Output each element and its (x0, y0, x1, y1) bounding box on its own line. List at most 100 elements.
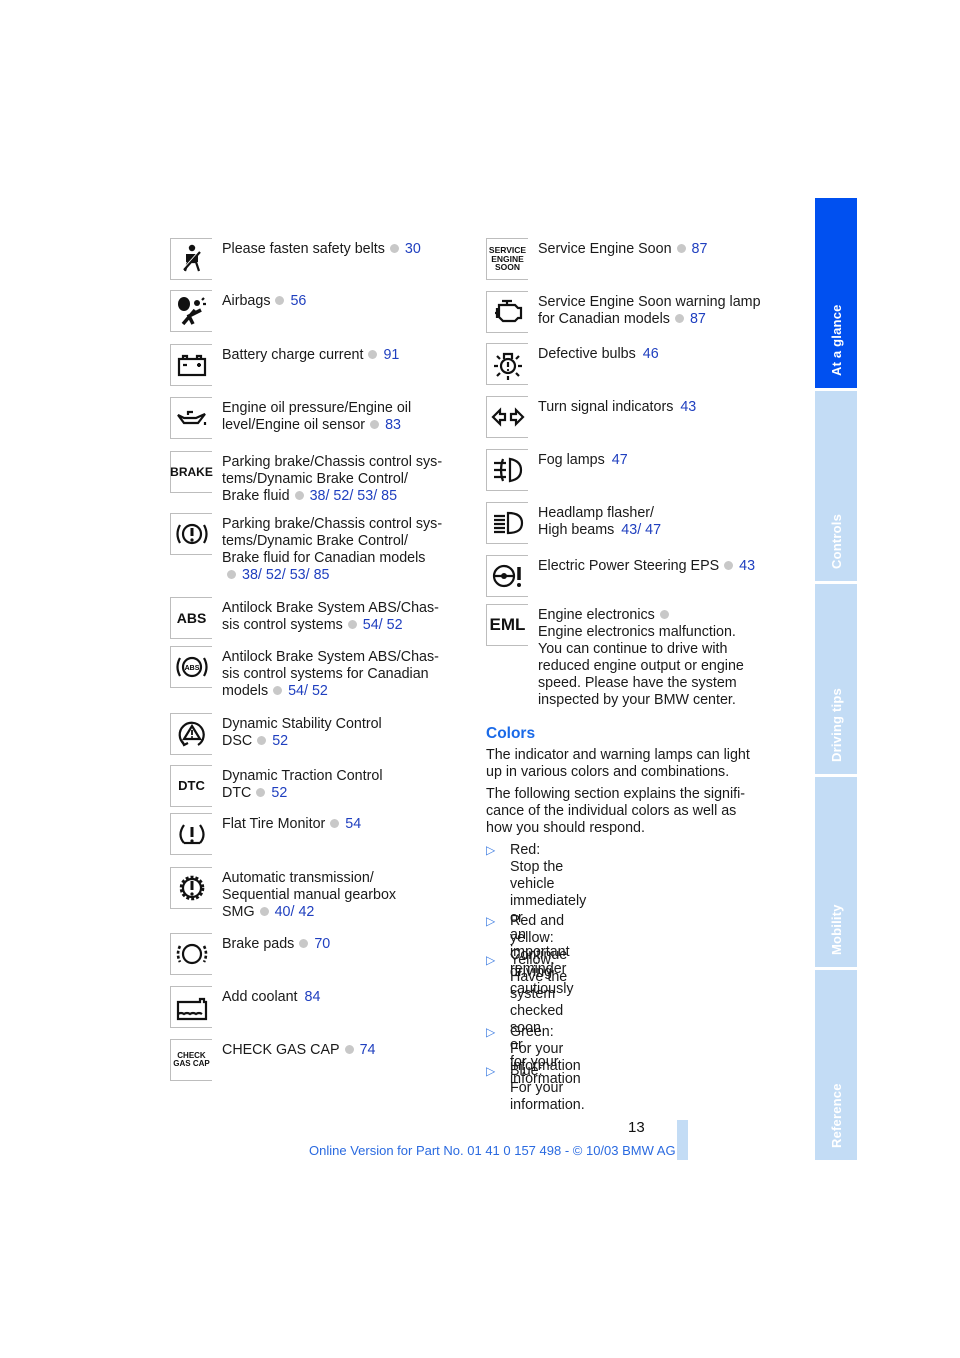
see-also-dot (294, 491, 304, 500)
dsc-icon (170, 713, 212, 755)
power-steering-icon (486, 555, 528, 597)
transmission-icon (170, 867, 212, 909)
seatbelt-icon (170, 238, 212, 280)
see-also-dot (344, 1045, 354, 1054)
indicator-description: Fog lamps 47 (538, 452, 628, 468)
gas-cap-text-icon: CHECK GAS CAP (170, 1039, 212, 1081)
brake-warning-icon (170, 513, 212, 555)
indicator-description: Airbags 56 (222, 293, 307, 309)
bullet-triangle-icon: ▷ (486, 953, 496, 967)
page-link[interactable]: 87 (690, 311, 706, 327)
indicator-description: Please fasten safety belts 30 (222, 241, 421, 257)
page-link[interactable]: 47 (612, 452, 628, 468)
indicator-description: Battery charge current 91 (222, 347, 400, 363)
high-beam-icon (486, 502, 528, 544)
indicator-description: Service Engine Soon 87 (538, 241, 708, 257)
brake-text-icon: BRAKE (170, 451, 213, 493)
page-link[interactable]: 74 (360, 1042, 376, 1058)
service-engine-soon-icon: SERVICE ENGINE SOON (486, 238, 528, 280)
see-also-dot (676, 244, 686, 253)
page-link[interactable]: 53 (357, 488, 373, 504)
oil-can-icon (170, 397, 212, 439)
turn-signal-icon (486, 396, 528, 438)
indicator-description: Defective bulbs 46 (538, 346, 659, 362)
see-also-dot (659, 610, 669, 619)
page-link[interactable]: 43 (621, 522, 637, 538)
page-link[interactable]: 52 (266, 567, 282, 583)
page-number: 13 (628, 1119, 645, 1136)
page-link[interactable]: 52 (272, 733, 288, 749)
defective-bulb-icon (486, 343, 528, 385)
page-link[interactable]: 70 (314, 936, 330, 952)
svg-text:ABS: ABS (184, 665, 199, 672)
abs-circle-icon: ABS (170, 646, 212, 688)
page-link[interactable]: 52 (333, 488, 349, 504)
page-link[interactable]: 42 (298, 904, 314, 920)
see-also-dot (256, 788, 266, 797)
dtc-text-icon: DTC (170, 765, 212, 807)
indicator-description: Dynamic Traction Control DTC 52 (222, 768, 383, 801)
page-link[interactable]: 52 (312, 683, 328, 699)
page-link[interactable]: 84 (305, 989, 321, 1005)
page-link[interactable]: 38 (310, 488, 326, 504)
bullet-triangle-icon: ▷ (486, 1025, 496, 1039)
page-link[interactable]: 30 (405, 241, 421, 257)
page-link[interactable]: 40 (275, 904, 291, 920)
page-link[interactable]: 85 (381, 488, 397, 504)
battery-icon (170, 344, 212, 386)
indicator-description: Antilock Brake System ABS/Chas-sis contr… (222, 600, 439, 633)
page-link[interactable]: 85 (314, 567, 330, 583)
see-also-dot (227, 570, 236, 579)
page-link[interactable]: 53 (290, 567, 306, 583)
indicator-description: Service Engine Soon warning lamp for Cana… (538, 294, 761, 327)
indicator-description: Parking brake/Chassis control sys-tems/D… (222, 454, 443, 504)
page-link[interactable]: 43 (680, 399, 696, 415)
tab-reference[interactable]: Reference (815, 970, 857, 1160)
indicator-description: Engine electronics Engine electronics mal… (538, 607, 744, 708)
indicator-description: Engine oil pressure/Engine oil level/Engi… (222, 400, 412, 433)
indicator-description: Brake pads 70 (222, 936, 331, 952)
colors-explanation: The following section explains the signi… (486, 786, 746, 836)
bullet-triangle-icon: ▷ (486, 843, 496, 857)
page-link[interactable]: 52 (387, 617, 403, 633)
coolant-icon (170, 986, 212, 1028)
indicator-description: Parking brake/Chassis control sys-tems/D… (222, 516, 443, 583)
tab-at-a-glance[interactable]: At a glance (815, 198, 857, 388)
bullet-triangle-icon: ▷ (486, 914, 496, 928)
colors-intro: The indicator and warning lamps can ligh… (486, 747, 750, 780)
page-link[interactable]: 54 (345, 816, 361, 832)
page-link[interactable]: 56 (290, 293, 306, 309)
section-tabs: At a glance Controls Driving tips Mobili… (815, 198, 857, 1163)
tab-controls[interactable]: Controls (815, 391, 857, 581)
page-link[interactable]: 87 (692, 241, 708, 257)
indicator-description: Turn signal indicators 43 (538, 399, 697, 415)
page-link[interactable]: 43 (739, 558, 755, 574)
tab-mobility[interactable]: Mobility (815, 777, 857, 967)
indicator-description: Antilock Brake System ABS/Chas-sis contr… (222, 649, 439, 699)
page-link[interactable]: 52 (271, 785, 287, 801)
page-link[interactable]: 47 (645, 522, 661, 538)
see-also-dot (724, 561, 734, 570)
page-link[interactable]: 54 (288, 683, 304, 699)
indicator-description: Automatic transmission/Sequential manual… (222, 870, 397, 920)
abs-text-icon: ABS (170, 597, 212, 639)
see-also-dot (368, 350, 378, 359)
colors-heading: Colors (486, 725, 536, 742)
page-marker-bar (677, 1120, 688, 1160)
see-also-dot (330, 819, 340, 828)
see-also-dot (347, 620, 357, 629)
flat-tire-icon (170, 813, 212, 855)
see-also-dot (259, 907, 269, 916)
page-link[interactable]: 54 (363, 617, 379, 633)
page-link[interactable]: 46 (643, 346, 659, 362)
footer-text: Online Version for Part No. 01 41 0 157 … (309, 1143, 676, 1158)
see-also-dot (275, 296, 285, 305)
page-link[interactable]: 38 (242, 567, 258, 583)
see-also-dot (299, 939, 309, 948)
engine-icon (486, 291, 528, 333)
tab-driving-tips[interactable]: Driving tips (815, 584, 857, 774)
indicator-description: Headlamp flasher/High beams 43/ 47 (538, 505, 662, 538)
page-link[interactable]: 83 (385, 417, 401, 433)
page-link[interactable]: 91 (383, 347, 399, 363)
airbag-icon (170, 290, 212, 332)
